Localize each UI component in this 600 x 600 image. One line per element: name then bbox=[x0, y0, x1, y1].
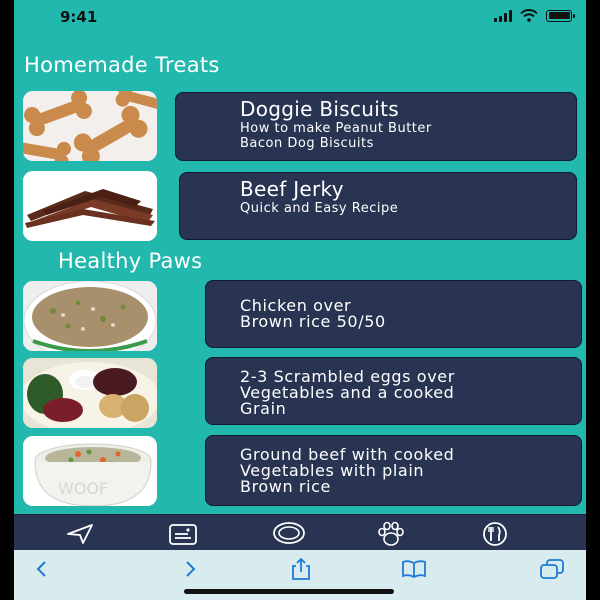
card-scrambled-eggs[interactable]: 2-3 Scrambled eggs over Vegetables and a… bbox=[205, 357, 582, 425]
navigation-arrow-icon[interactable] bbox=[58, 519, 102, 549]
id-card-icon[interactable] bbox=[161, 519, 205, 549]
card-body: Chicken over Brown rice 50/50 bbox=[240, 296, 386, 331]
card-doggie-biscuits[interactable]: Doggie Biscuits How to make Peanut Butte… bbox=[175, 92, 577, 161]
battery-icon bbox=[546, 9, 575, 22]
fork-knife-icon[interactable] bbox=[473, 519, 517, 549]
card-ground-beef[interactable]: Ground beef with cooked Vegetables with … bbox=[205, 435, 582, 506]
card-body: Ground beef with cooked Vegetables with … bbox=[240, 445, 455, 496]
chat-bubble-icon[interactable] bbox=[267, 519, 311, 549]
card-chicken-brown-rice[interactable]: Chicken over Brown rice 50/50 bbox=[205, 280, 582, 348]
bookmarks-icon[interactable] bbox=[394, 556, 434, 582]
svg-text:WOOF: WOOF bbox=[58, 479, 108, 498]
paw-print-icon[interactable] bbox=[369, 519, 413, 549]
back-icon[interactable] bbox=[22, 556, 62, 582]
app-tab-bar bbox=[14, 514, 586, 550]
card-subtitle: How to make Peanut Butter Bacon Dog Bisc… bbox=[240, 121, 432, 151]
tabs-icon[interactable] bbox=[532, 556, 572, 582]
status-bar: 9:41 bbox=[14, 0, 586, 34]
beef-jerky-image[interactable] bbox=[23, 171, 157, 241]
status-time: 9:41 bbox=[60, 8, 98, 26]
card-title: Doggie Biscuits bbox=[240, 97, 399, 121]
card-beef-jerky[interactable]: Beef Jerky Quick and Easy Recipe bbox=[179, 172, 577, 240]
card-body: 2-3 Scrambled eggs over Vegetables and a… bbox=[240, 367, 455, 418]
status-icons bbox=[494, 9, 575, 22]
doggie-biscuits-image[interactable] bbox=[23, 91, 157, 161]
share-icon[interactable] bbox=[281, 556, 321, 582]
signal-icon bbox=[494, 9, 512, 22]
card-title: Beef Jerky bbox=[240, 177, 344, 201]
section-title-homemade-treats: Homemade Treats bbox=[24, 53, 220, 77]
ground-beef-image[interactable]: WOOF bbox=[23, 436, 157, 506]
app-screen: 9:41 Homemade Treats Doggie Biscuits How… bbox=[14, 0, 586, 600]
forward-icon[interactable] bbox=[170, 556, 210, 582]
home-indicator bbox=[184, 589, 394, 594]
wifi-icon bbox=[520, 9, 538, 22]
section-title-healthy-paws: Healthy Paws bbox=[58, 249, 203, 273]
card-subtitle: Quick and Easy Recipe bbox=[240, 201, 399, 216]
scrambled-eggs-image[interactable] bbox=[23, 358, 157, 428]
chicken-rice-image[interactable] bbox=[23, 281, 157, 351]
